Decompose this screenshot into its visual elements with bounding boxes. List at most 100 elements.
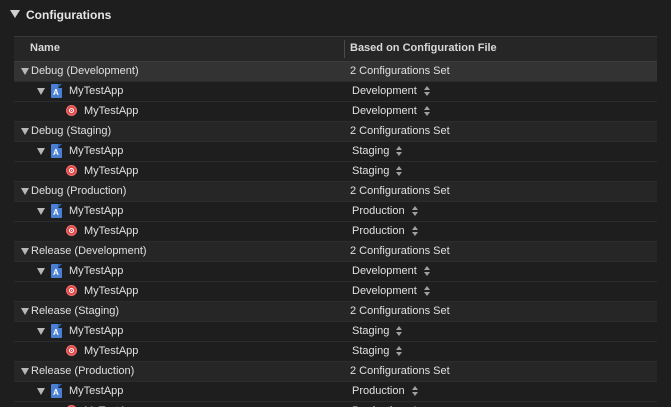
- configuration-name: Release (Production): [31, 365, 135, 377]
- disclosure-triangle-icon[interactable]: [37, 88, 45, 95]
- configuration-summary: 2 Configurations Set: [350, 365, 450, 377]
- config-file-value: Production: [352, 225, 405, 237]
- config-file-popup[interactable]: Development: [352, 285, 431, 297]
- configuration-name: Release (Staging): [31, 305, 120, 317]
- disclosure-triangle-icon[interactable]: [37, 208, 45, 215]
- configuration-name: Debug (Development): [31, 65, 139, 77]
- configuration-summary: 2 Configurations Set: [350, 185, 450, 197]
- config-file-value: Development: [352, 85, 417, 97]
- disclosure-triangle-icon[interactable]: [21, 68, 29, 75]
- target-name: MyTestApp: [84, 285, 139, 297]
- config-file-popup[interactable]: Development: [352, 85, 431, 97]
- config-file-popup[interactable]: Staging: [352, 325, 403, 337]
- xcode-project-icon: A: [51, 144, 62, 158]
- app-target-icon: [66, 105, 77, 116]
- target-row[interactable]: MyTestApp Development: [14, 282, 657, 302]
- project-name: MyTestApp: [69, 265, 124, 277]
- configuration-group-row[interactable]: Release (Development) 2 Configurations Se…: [14, 242, 657, 262]
- popup-stepper-icon: [411, 386, 419, 397]
- disclosure-triangle-icon[interactable]: [21, 248, 29, 255]
- project-row[interactable]: A MyTestApp Production: [14, 202, 657, 222]
- target-name: MyTestApp: [84, 165, 139, 177]
- disclosure-triangle-icon[interactable]: [21, 308, 29, 315]
- config-file-value: Staging: [352, 345, 390, 357]
- configuration-group-row[interactable]: Debug (Production) 2 Configurations Set: [14, 182, 657, 202]
- config-file-popup[interactable]: Staging: [352, 145, 403, 157]
- config-file-popup[interactable]: Production: [352, 385, 419, 397]
- config-file-value: Production: [352, 205, 405, 217]
- column-header-name[interactable]: Name: [30, 42, 60, 54]
- config-file-popup[interactable]: Production: [352, 225, 419, 237]
- configuration-group-row[interactable]: Release (Production) 2 Configurations Set: [14, 362, 657, 382]
- popup-stepper-icon: [411, 206, 419, 217]
- table-header: Name Based on Configuration File: [14, 36, 657, 62]
- popup-stepper-icon: [411, 226, 419, 237]
- project-row[interactable]: A MyTestApp Development: [14, 82, 657, 102]
- project-row[interactable]: A MyTestApp Staging: [14, 142, 657, 162]
- xcode-project-icon: A: [51, 264, 62, 278]
- configuration-summary: 2 Configurations Set: [350, 125, 450, 137]
- config-file-value: Development: [352, 285, 417, 297]
- disclosure-triangle-icon[interactable]: [37, 268, 45, 275]
- configuration-group-row[interactable]: Release (Staging) 2 Configurations Set: [14, 302, 657, 322]
- configuration-name: Release (Development): [31, 245, 147, 257]
- config-file-popup[interactable]: Staging: [352, 345, 403, 357]
- project-row[interactable]: A MyTestApp Production: [14, 382, 657, 402]
- config-file-value: Production: [352, 385, 405, 397]
- configuration-name: Debug (Production): [31, 185, 127, 197]
- configuration-group-row[interactable]: Debug (Development) 2 Configurations Set: [14, 62, 657, 82]
- popup-stepper-icon: [395, 166, 403, 177]
- popup-stepper-icon: [395, 326, 403, 337]
- target-row[interactable]: MyTestApp Development: [14, 102, 657, 122]
- target-name: MyTestApp: [84, 225, 139, 237]
- popup-stepper-icon: [423, 86, 431, 97]
- target-row[interactable]: MyTestApp Staging: [14, 342, 657, 362]
- popup-stepper-icon: [395, 346, 403, 357]
- disclosure-triangle-icon[interactable]: [21, 368, 29, 375]
- app-target-icon: [66, 225, 77, 236]
- configuration-summary: 2 Configurations Set: [350, 65, 450, 77]
- disclosure-triangle-icon[interactable]: [21, 188, 29, 195]
- project-name: MyTestApp: [69, 385, 124, 397]
- target-row[interactable]: MyTestAppProduction: [14, 402, 657, 407]
- config-file-value: Staging: [352, 325, 390, 337]
- config-file-value: Staging: [352, 145, 390, 157]
- disclosure-triangle-icon[interactable]: [10, 10, 20, 18]
- project-row[interactable]: A MyTestApp Staging: [14, 322, 657, 342]
- disclosure-triangle-icon[interactable]: [37, 328, 45, 335]
- disclosure-triangle-icon[interactable]: [37, 388, 45, 395]
- xcode-project-icon: A: [51, 84, 62, 98]
- config-file-popup[interactable]: Staging: [352, 165, 403, 177]
- config-file-popup[interactable]: Production: [352, 205, 419, 217]
- section-title: Configurations: [26, 8, 112, 22]
- popup-stepper-icon: [395, 146, 403, 157]
- popup-stepper-icon: [423, 286, 431, 297]
- configuration-summary: 2 Configurations Set: [350, 245, 450, 257]
- xcode-project-icon: A: [51, 204, 62, 218]
- target-row[interactable]: MyTestApp Staging: [14, 162, 657, 182]
- config-file-value: Staging: [352, 165, 390, 177]
- column-divider[interactable]: [344, 40, 345, 58]
- config-file-popup[interactable]: Development: [352, 265, 431, 277]
- xcode-project-icon: A: [51, 384, 62, 398]
- column-header-based-on[interactable]: Based on Configuration File: [350, 42, 497, 54]
- app-target-icon: [66, 345, 77, 356]
- configuration-name: Debug (Staging): [31, 125, 112, 137]
- target-row[interactable]: MyTestApp Production: [14, 222, 657, 242]
- target-name: MyTestApp: [84, 345, 139, 357]
- config-file-popup[interactable]: Development: [352, 105, 431, 117]
- project-name: MyTestApp: [69, 85, 124, 97]
- popup-stepper-icon: [423, 106, 431, 117]
- popup-stepper-icon: [423, 266, 431, 277]
- project-row[interactable]: A MyTestApp Development: [14, 262, 657, 282]
- configuration-group-row[interactable]: Debug (Staging) 2 Configurations Set: [14, 122, 657, 142]
- disclosure-triangle-icon[interactable]: [21, 128, 29, 135]
- configuration-summary: 2 Configurations Set: [350, 305, 450, 317]
- project-name: MyTestApp: [69, 205, 124, 217]
- target-name: MyTestApp: [84, 105, 139, 117]
- config-file-value: Development: [352, 265, 417, 277]
- project-name: MyTestApp: [69, 145, 124, 157]
- project-name: MyTestApp: [69, 325, 124, 337]
- disclosure-triangle-icon[interactable]: [37, 148, 45, 155]
- configurations-section-header[interactable]: Configurations: [0, 0, 671, 30]
